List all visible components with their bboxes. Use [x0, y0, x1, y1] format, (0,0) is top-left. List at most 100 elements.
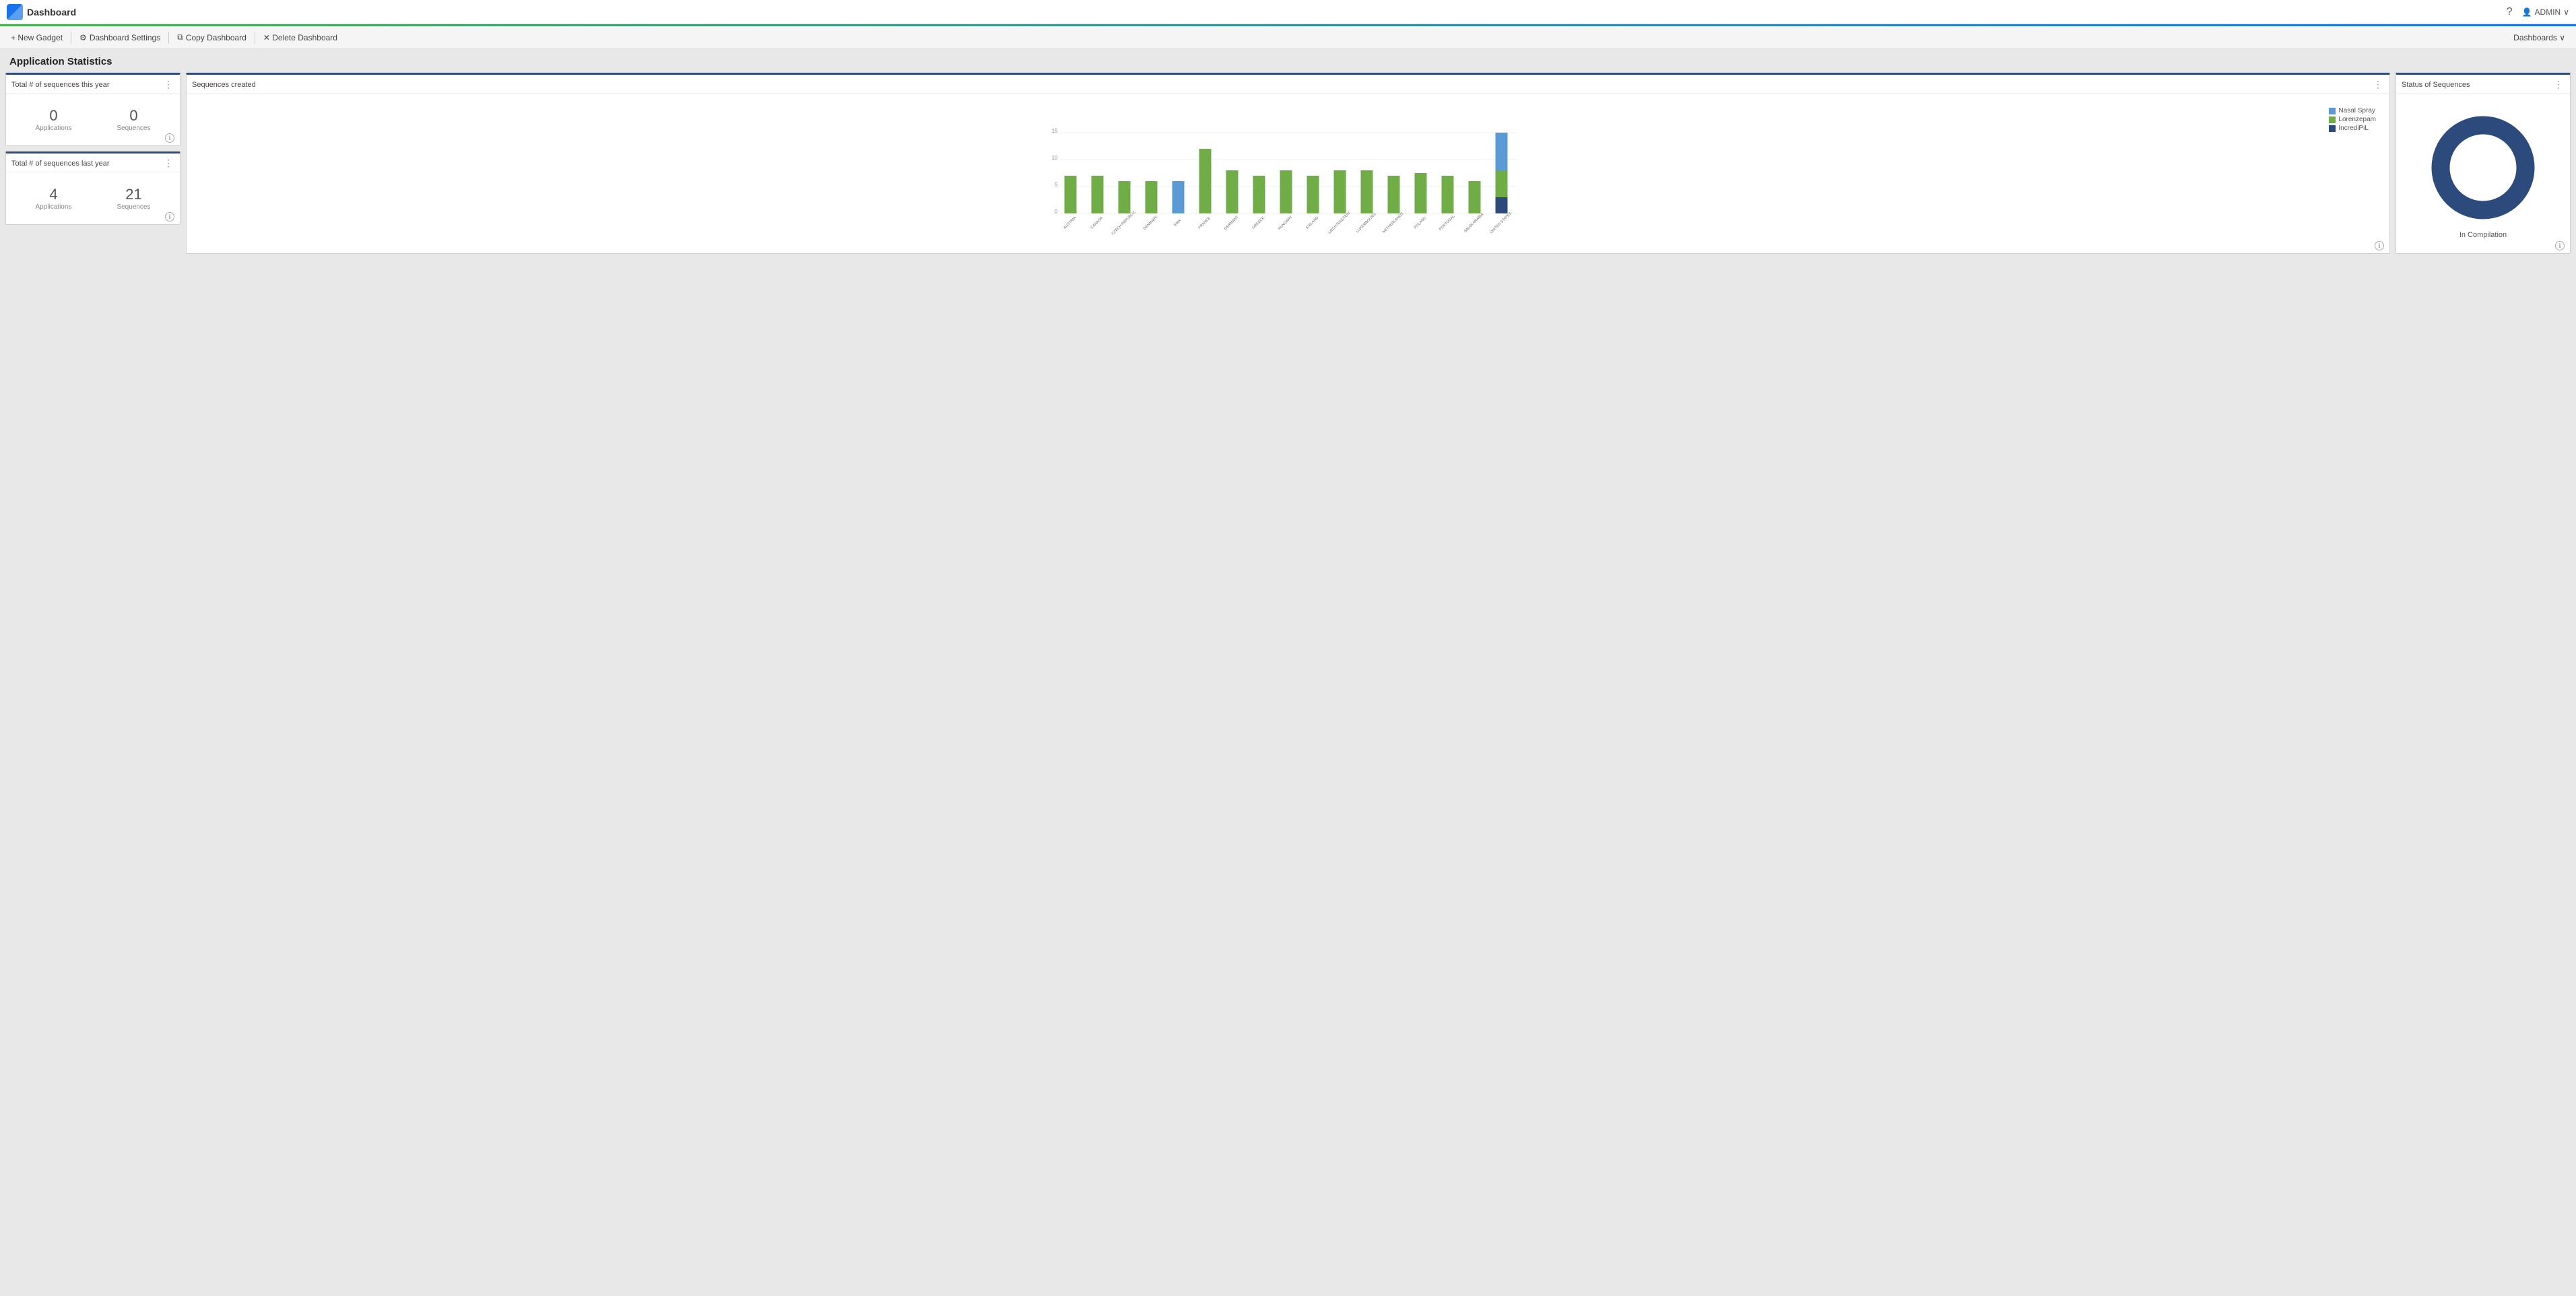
widget-sequences-created-body: Nasal Spray Lorenzepam IncrediPiL 0 5 [187, 94, 2389, 253]
widget-last-year-info[interactable]: ℹ [165, 212, 174, 221]
svg-text:POLAND: POLAND [1414, 216, 1427, 230]
dashboards-button[interactable]: Dashboards ∨ [2507, 30, 2572, 45]
donut-label: In Compilation [2459, 231, 2507, 239]
svg-text:10: 10 [1052, 155, 1058, 161]
last-year-applications-label: Applications [36, 203, 72, 211]
svg-text:FRANCE: FRANCE [1198, 216, 1212, 230]
legend-label-nasal: Nasal Spray [2338, 107, 2375, 114]
widget-this-year-menu[interactable]: ⋮ [162, 79, 174, 90]
legend-item-lorenz: Lorenzepam [2329, 116, 2376, 123]
widget-this-year: Total # of sequences this year ⋮ 0 Appli… [5, 73, 180, 146]
left-column: Total # of sequences this year ⋮ 0 Appli… [5, 73, 180, 254]
widget-last-year-body: 4 Applications 21 Sequences [6, 172, 180, 224]
svg-text:AUSTRIA: AUSTRIA [1063, 216, 1077, 230]
widget-this-year-title: Total # of sequences this year [11, 81, 110, 89]
legend-color-incredi [2329, 125, 2336, 132]
last-year-sequences-value: 21 [117, 186, 150, 203]
this-year-applications-label: Applications [36, 125, 72, 132]
legend-item-incredi: IncrediPiL [2329, 125, 2376, 132]
widget-status-header: Status of Sequences ⋮ [2396, 75, 2570, 94]
this-year-sequences-label: Sequences [117, 125, 150, 132]
info-icon-last-year[interactable]: ℹ [165, 212, 174, 221]
dashboard-settings-button[interactable]: ⚙ Dashboard Settings [73, 26, 167, 48]
info-icon-this-year[interactable]: ℹ [165, 133, 174, 143]
svg-text:GREECE: GREECE [1251, 216, 1265, 230]
widget-status-body: In Compilation [2396, 94, 2570, 248]
legend-color-nasal [2329, 108, 2336, 114]
widget-sequences-created-title: Sequences created [192, 81, 256, 89]
widget-last-year-header: Total # of sequences last year ⋮ [6, 154, 180, 172]
svg-text:GERMANY: GERMANY [1224, 215, 1240, 231]
svg-text:HUNGARY: HUNGARY [1278, 215, 1294, 231]
top-bar-right: ? 👤 ADMIN ∨ [2507, 6, 2569, 18]
widget-status-menu[interactable]: ⋮ [2552, 79, 2565, 90]
settings-icon: ⚙ [79, 33, 87, 42]
user-label-text: ADMIN [2535, 7, 2561, 17]
this-year-applications: 0 Applications [36, 107, 72, 132]
last-year-applications: 4 Applications [36, 186, 72, 211]
svg-text:5: 5 [1055, 182, 1058, 188]
info-icon-sequences[interactable]: ℹ [2375, 241, 2384, 250]
app-title: Dashboard [27, 7, 76, 18]
widget-last-year-menu[interactable]: ⋮ [162, 158, 174, 169]
widget-this-year-body: 0 Applications 0 Sequences [6, 94, 180, 145]
svg-text:0: 0 [1055, 209, 1058, 215]
this-year-stats-row: 0 Applications 0 Sequences [13, 100, 173, 139]
widget-sequences-info[interactable]: ℹ [2375, 241, 2384, 250]
help-icon[interactable]: ? [2507, 6, 2513, 18]
widget-sequences-created-header: Sequences created ⋮ [187, 75, 2389, 94]
legend-label-lorenz: Lorenzepam [2338, 116, 2376, 123]
svg-text:NETHERLANDS: NETHERLANDS [1382, 211, 1404, 234]
last-year-sequences-label: Sequences [117, 203, 150, 211]
app-logo: Dashboard [7, 4, 76, 20]
svg-text:UNITED STATES: UNITED STATES [1490, 211, 1513, 235]
widget-last-year: Total # of sequences last year ⋮ 4 Appli… [5, 151, 180, 225]
svg-text:ICELAND: ICELAND [1305, 216, 1319, 230]
legend-label-incredi: IncrediPiL [2338, 125, 2368, 132]
svg-text:EMA: EMA [1173, 219, 1182, 228]
svg-text:CANADA: CANADA [1090, 216, 1104, 230]
svg-text:SAUDI ARABIA: SAUDI ARABIA [1463, 212, 1484, 233]
widget-sequences-created-menu[interactable]: ⋮ [2372, 79, 2384, 90]
page-title-bar: Application Statistics [0, 49, 2576, 73]
widget-this-year-header: Total # of sequences this year ⋮ [6, 75, 180, 94]
this-year-sequences-value: 0 [117, 107, 150, 125]
toolbar-separator-2 [168, 32, 169, 44]
legend-color-lorenz [2329, 116, 2336, 123]
widget-status: Status of Sequences ⋮ In Compilation ℹ [2396, 73, 2571, 254]
legend-item-nasal: Nasal Spray [2329, 107, 2376, 114]
user-caret-icon: ∨ [2563, 7, 2569, 17]
last-year-sequences: 21 Sequences [117, 186, 150, 211]
new-gadget-button[interactable]: + New Gadget [4, 26, 69, 48]
toolbar-right: Dashboards ∨ [2507, 30, 2572, 45]
copy-dashboard-button[interactable]: ⧉ Copy Dashboard [170, 26, 253, 48]
chart-legend: Nasal Spray Lorenzepam IncrediPiL [2329, 107, 2376, 132]
last-year-stats-row: 4 Applications 21 Sequences [13, 179, 173, 217]
svg-text:DENMARK: DENMARK [1143, 215, 1159, 231]
right-column: Status of Sequences ⋮ In Compilation ℹ [2396, 73, 2571, 254]
this-year-applications-value: 0 [36, 107, 72, 125]
svg-text:LUXEMBOURG: LUXEMBOURG [1356, 212, 1377, 234]
widget-last-year-title: Total # of sequences last year [11, 160, 110, 168]
svg-text:CZECH REPUBLIC: CZECH REPUBLIC [1111, 210, 1137, 235]
info-icon-status[interactable]: ℹ [2555, 241, 2565, 250]
widget-status-info[interactable]: ℹ [2555, 241, 2565, 250]
widget-sequences-created: Sequences created ⋮ Nasal Spray Lorenzep… [186, 73, 2390, 254]
top-bar: Dashboard ? 👤 ADMIN ∨ [0, 0, 2576, 24]
widget-grid: Total # of sequences this year ⋮ 0 Appli… [0, 73, 2576, 259]
widget-status-title: Status of Sequences [2402, 81, 2470, 89]
toolbar: + New Gadget ⚙ Dashboard Settings ⧉ Copy… [0, 26, 2576, 49]
copy-icon: ⧉ [177, 32, 183, 42]
user-menu[interactable]: 👤 ADMIN ∨ [2522, 7, 2569, 17]
donut-chart [2422, 107, 2544, 228]
logo-icon [7, 4, 23, 20]
donut-container: In Compilation [2403, 100, 2563, 242]
last-year-applications-value: 4 [36, 186, 72, 203]
widget-this-year-info[interactable]: ℹ [165, 133, 174, 143]
svg-text:15: 15 [1052, 128, 1058, 134]
svg-text:PORTUGAL: PORTUGAL [1439, 215, 1456, 232]
this-year-sequences: 0 Sequences [117, 107, 150, 132]
bar-chart: 0 5 10 15 AUSTRIA CANADA [193, 100, 2383, 235]
delete-dashboard-button[interactable]: ✕ Delete Dashboard [257, 26, 344, 48]
user-icon: 👤 [2522, 7, 2532, 17]
